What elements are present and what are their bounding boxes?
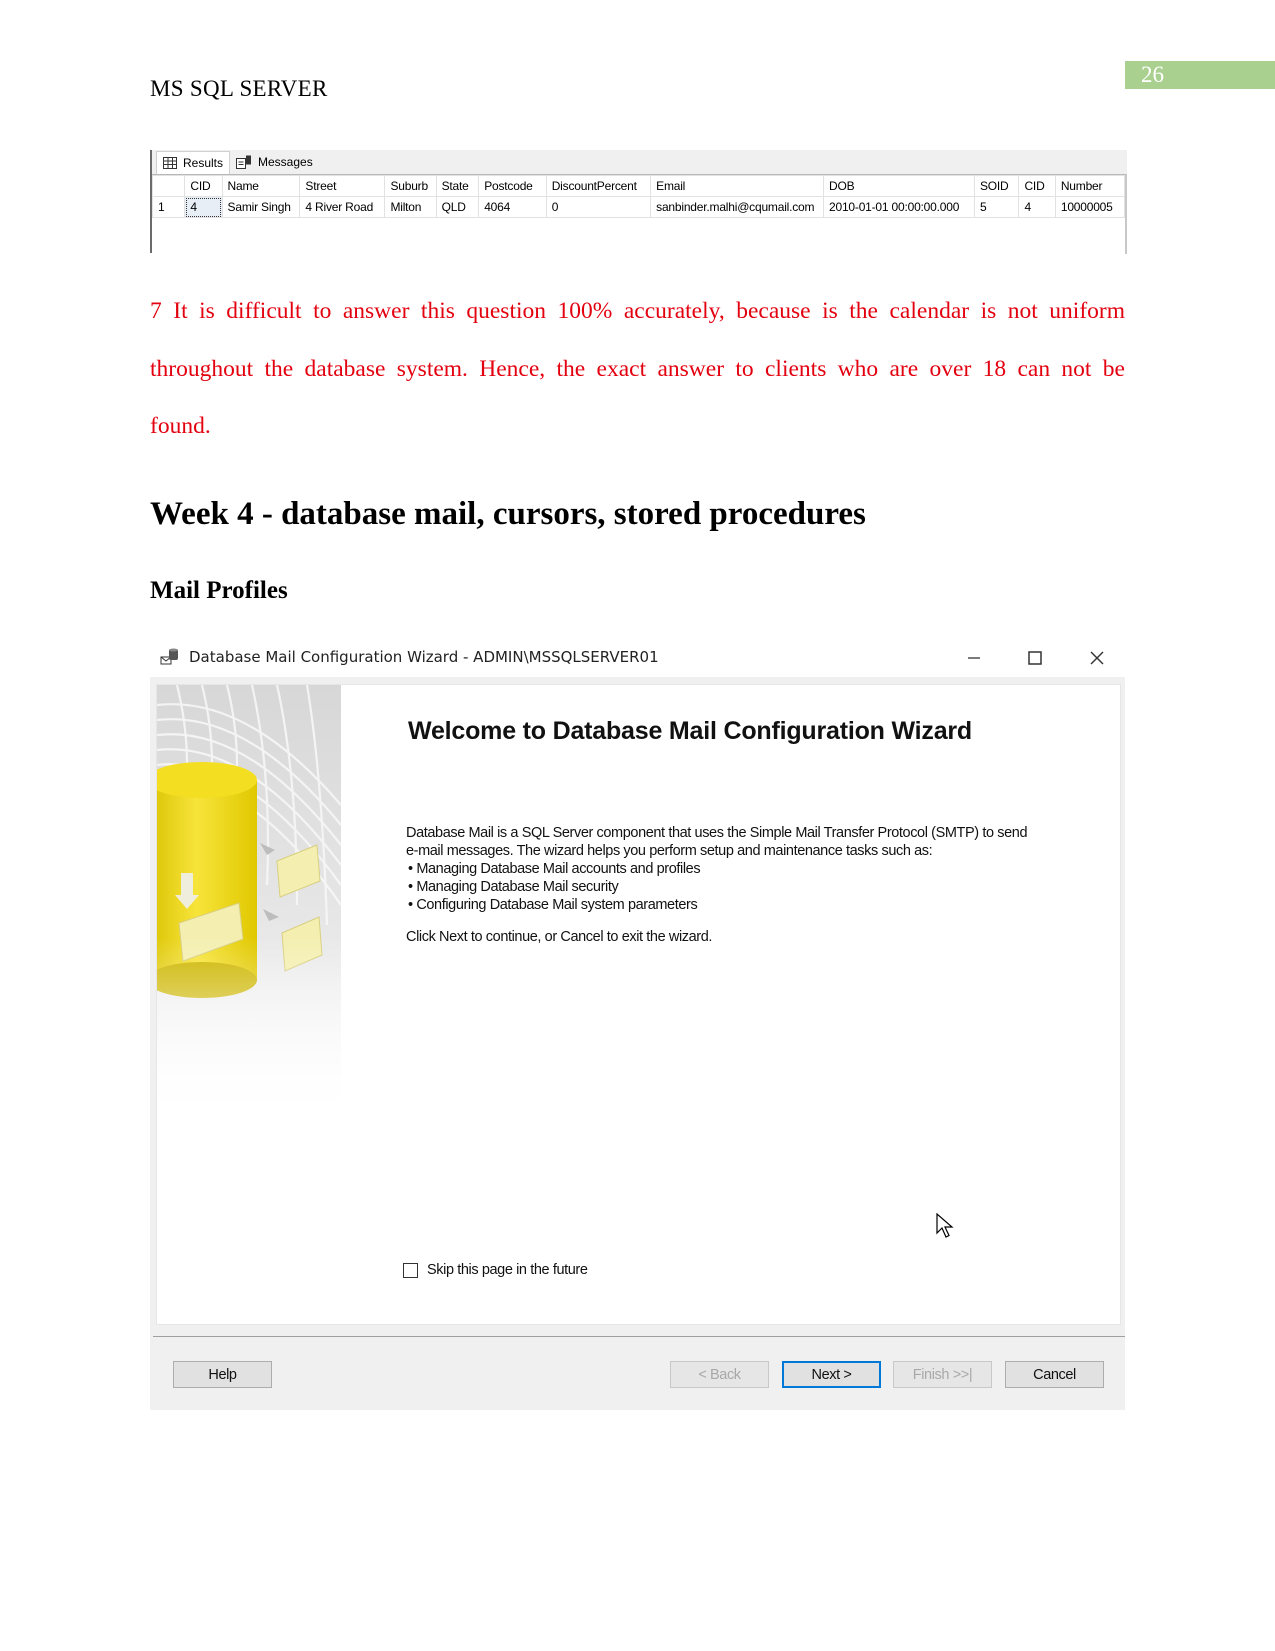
tab-results[interactable]: Results [156,151,231,174]
column-header-dob[interactable]: DOB [823,175,975,197]
state-cell[interactable]: QLD [435,196,480,218]
bullet-text: Configuring Database Mail system paramet… [416,897,698,913]
grid-icon [163,157,177,169]
wizard-bullet-item: • Configuring Database Mail system param… [406,896,1027,914]
answer-7-line-1: 7 It is difficult to answer this questio… [150,298,1125,324]
results-grid-panel: Results Messages CID Name Street Suburb … [150,150,1127,254]
email-cell[interactable]: sanbinder.malhi@cqumail.com [650,196,824,218]
tab-results-label: Results [183,156,224,170]
bullet-text: Managing Database Mail accounts and prof… [416,861,701,877]
discountpercent-cell[interactable]: 0 [545,196,652,218]
column-header-cid[interactable]: CID [184,175,223,197]
table-row[interactable]: 1 4 Samir Singh 4 River Road Milton QLD … [152,196,1125,218]
column-header-suburb[interactable]: Suburb [384,175,437,197]
wizard-description: Database Mail is a SQL Server component … [406,824,1028,914]
mouse-cursor-icon [936,1213,954,1238]
results-tab-bar: Results Messages [152,150,1127,174]
street-cell[interactable]: 4 River Road [299,196,386,218]
postcode-cell[interactable]: 4064 [478,196,547,218]
results-header-row: CID Name Street Suburb State Postcode Di… [152,175,1125,197]
maximize-icon [1028,651,1042,665]
column-header-street[interactable]: Street [299,175,386,197]
close-button[interactable] [1082,646,1112,670]
row-number-header [152,175,186,197]
close-icon [1090,651,1104,665]
running-header-title: MS SQL SERVER [150,76,328,101]
section-heading: Week 4 - database mail, cursors, stored … [150,496,866,532]
database-mail-illustration [157,685,341,1105]
column-header-name[interactable]: Name [221,175,301,197]
cid-2-cell[interactable]: 4 [1018,196,1056,218]
cancel-button[interactable]: Cancel [1005,1361,1104,1388]
wizard-bullet-item: • Managing Database Mail security [406,878,1027,896]
soid-cell[interactable]: 5 [973,196,1020,218]
row-number-cell[interactable]: 1 [152,196,186,218]
wizard-side-illustration [157,685,341,1105]
wizard-dialog: Welcome to Database Mail Configuration W… [150,677,1125,1410]
button-bar-divider [153,1336,1125,1337]
name-cell[interactable]: Samir Singh [221,196,301,218]
wizard-intro-line-2: e-mail messages. The wizard helps you pe… [406,843,933,859]
wizard-heading: Welcome to Database Mail Configuration W… [408,717,972,745]
minimize-button[interactable] [959,646,989,670]
back-button[interactable]: < Back [670,1361,769,1388]
wizard-continue-text: Click Next to continue, or Cancel to exi… [406,929,712,945]
wizard-intro-line-1: Database Mail is a SQL Server component … [406,825,1028,841]
column-header-postcode[interactable]: Postcode [478,175,547,197]
page-number-badge: 26 [1125,61,1275,89]
results-table: CID Name Street Suburb State Postcode Di… [152,175,1125,218]
next-button[interactable]: Next > [782,1361,881,1388]
dob-cell[interactable]: 2010-01-01 00:00:00.000 [823,196,975,218]
messages-icon [236,155,251,169]
database-mail-icon [160,648,178,665]
bullet-text: Managing Database Mail security [416,879,619,895]
skip-page-label: Skip this page in the future [427,1262,588,1278]
subsection-heading: Mail Profiles [150,577,288,604]
column-header-cid-2[interactable]: CID [1018,175,1056,197]
column-header-state[interactable]: State [435,175,480,197]
tab-messages-label: Messages [258,155,313,169]
column-header-discountpercent[interactable]: DiscountPercent [545,175,652,197]
answer-7-line-3: found. [150,413,211,439]
checkbox-box[interactable] [403,1262,418,1278]
column-header-soid[interactable]: SOID [973,175,1020,197]
answer-7-line-2: throughout the database system. Hence, t… [150,356,1125,382]
wizard-window-title: Database Mail Configuration Wizard - ADM… [189,648,659,666]
skip-page-checkbox[interactable]: Skip this page in the future [403,1262,588,1278]
wizard-welcome-page: Welcome to Database Mail Configuration W… [157,685,1120,1324]
tab-messages[interactable]: Messages [230,151,319,173]
wizard-bullet-item: • Managing Database Mail accounts and pr… [406,860,1027,878]
column-header-number[interactable]: Number [1054,175,1125,197]
maximize-button[interactable] [1020,646,1050,670]
finish-button[interactable]: Finish >>| [893,1361,992,1388]
help-button[interactable]: Help [173,1361,272,1388]
minimize-icon [968,657,980,659]
results-grid[interactable]: CID Name Street Suburb State Postcode Di… [152,174,1127,254]
suburb-cell[interactable]: Milton [384,196,437,218]
column-header-email[interactable]: Email [650,175,824,197]
cid-cell[interactable]: 4 [184,196,223,218]
number-cell[interactable]: 10000005 [1054,196,1125,218]
wizard-title-bar: Database Mail Configuration Wizard - ADM… [160,644,659,670]
